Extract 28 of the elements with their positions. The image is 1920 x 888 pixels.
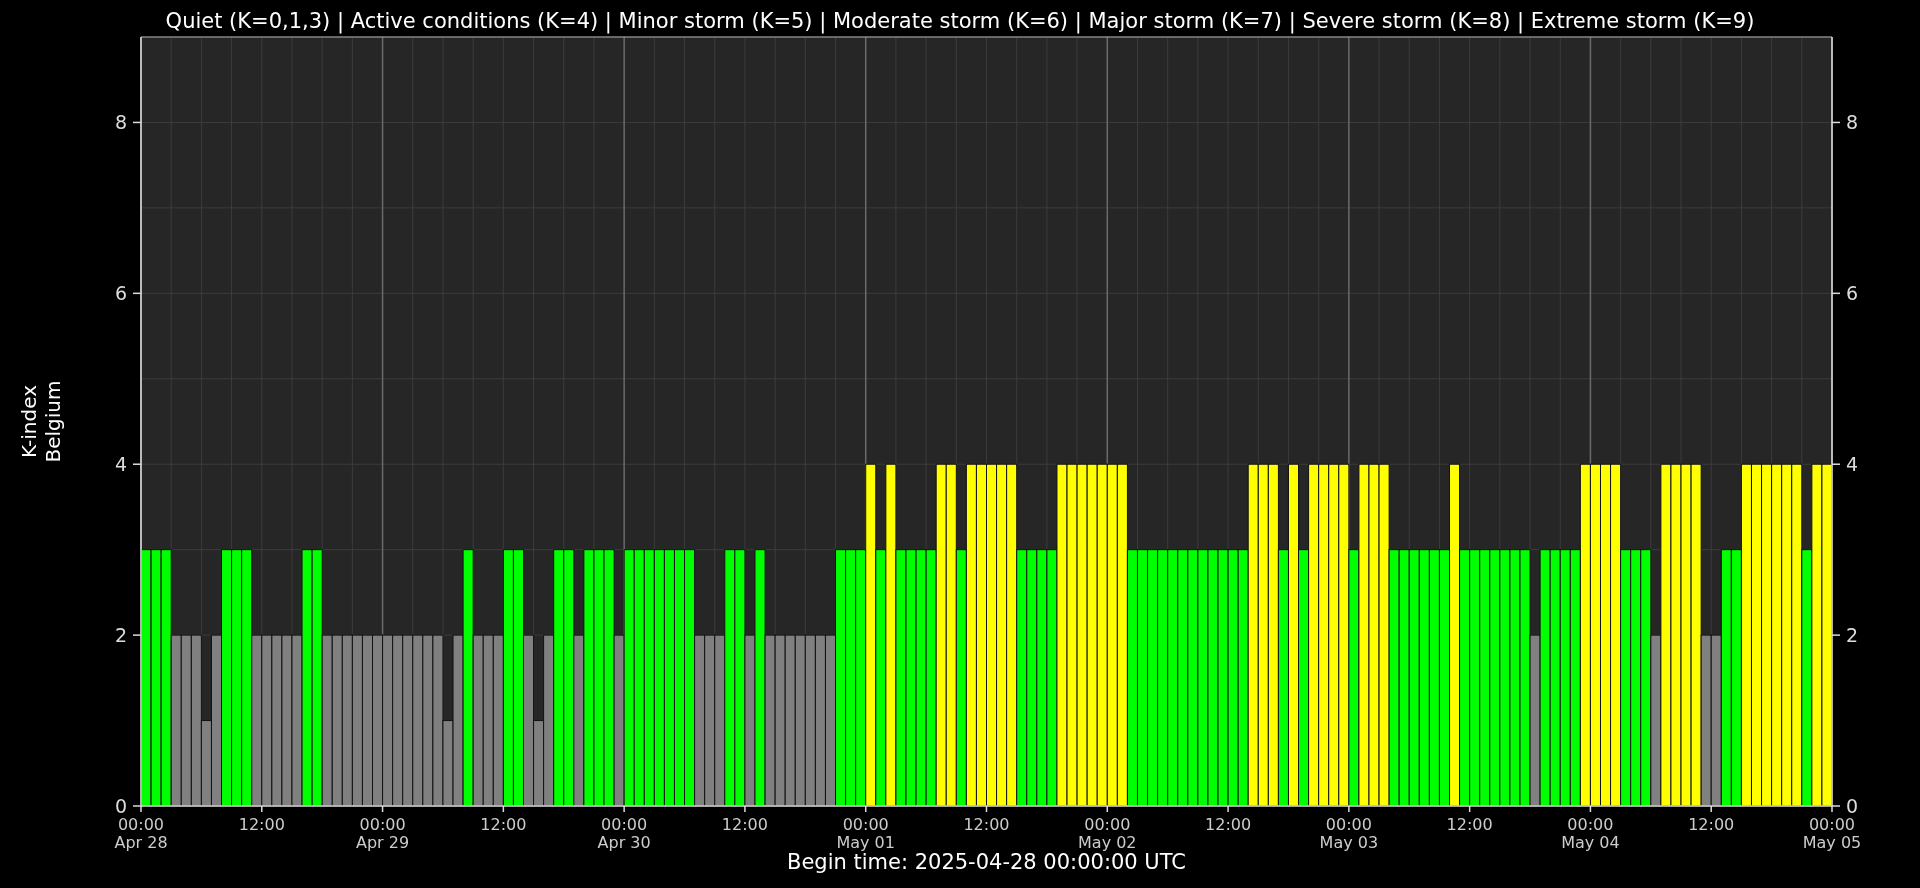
chart-title: Quiet (K=0,1,3) | Active conditions (K=4) | Minor storm (K=5) | Moderate storm (K=6) | Major storm (K=7) | Severe storm (K=8) | Extreme storm (K=9) <box>165 9 1755 33</box>
y-tick-label: 8 <box>114 111 127 134</box>
x-tick-label: 12:00 <box>238 815 285 834</box>
x-tick-label: 12:00 <box>963 815 1010 834</box>
y-tick-label: 4 <box>114 453 127 476</box>
y-tick-label: 8 <box>1846 111 1859 134</box>
y-axis-label: K-index Belgium <box>17 380 65 463</box>
y-tick-label: 4 <box>1846 453 1859 476</box>
x-tick-label: 12:00 <box>480 815 527 834</box>
y-tick-label: 6 <box>1846 282 1859 305</box>
x-tick-label: 00:00 Apr 30 <box>597 815 651 852</box>
x-tick-label: 12:00 <box>1446 815 1493 834</box>
y-tick-label: 2 <box>1846 624 1859 647</box>
y-tick-label: 0 <box>114 795 127 817</box>
x-tick-label: 12:00 <box>1688 815 1735 834</box>
x-tick-label: 00:00 May 03 <box>1319 815 1379 852</box>
x-tick-label: 00:00 May 05 <box>1802 815 1862 852</box>
x-tick-label: 12:00 <box>721 815 768 834</box>
x-tick-label: 00:00 May 02 <box>1078 815 1137 852</box>
y-tick-label: 2 <box>114 624 127 647</box>
y-tick-label: 0 <box>1846 795 1859 817</box>
y-tick-label: 6 <box>114 282 127 305</box>
x-axis-label: Begin time: 2025-04-28 00:00:00 UTC <box>787 850 1186 874</box>
x-tick-label: 00:00 Apr 28 <box>114 815 168 852</box>
x-tick-label: 00:00 Apr 29 <box>356 815 410 852</box>
x-tick-label: 00:00 May 04 <box>1561 815 1620 852</box>
x-tick-label: 12:00 <box>1205 815 1252 834</box>
x-tick-label: 00:00 May 01 <box>836 815 895 852</box>
